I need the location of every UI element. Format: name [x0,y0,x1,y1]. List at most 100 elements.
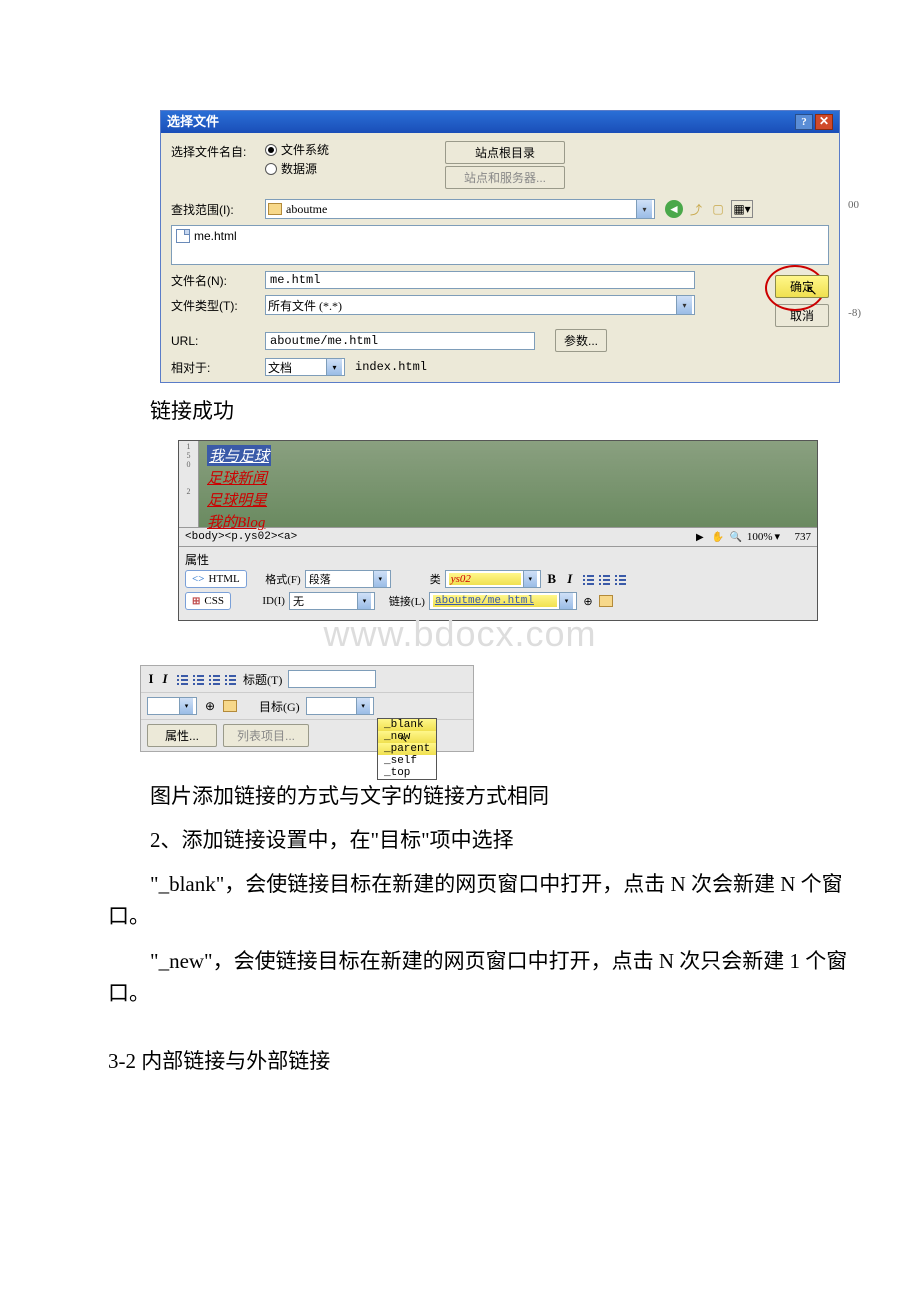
target-option-self[interactable]: _self [378,755,436,767]
radio-filesystem[interactable]: 文件系统 [265,141,385,158]
site-server-button[interactable]: 站点和服务器... [445,166,565,189]
hand-tool-icon[interactable]: ✋ [711,530,725,544]
chevron-down-icon: ▾ [326,359,342,375]
target-select[interactable]: ▾ [306,697,374,715]
ok-button[interactable]: 确定 ↖ [775,275,829,298]
tag-icon: <> [192,573,205,585]
chevron-down-icon: ▾ [523,571,537,587]
title-label: 标题(T) [243,671,282,688]
target-label: 目标(G) [259,698,300,715]
class-select[interactable]: ys02 ▾ [445,570,541,588]
paragraph-blank: "_blank"，会使链接目标在新建的网页窗口中打开，点击 N 次会新建 N 个… [108,869,848,932]
indent-icon[interactable] [223,672,237,686]
browse-folder-icon[interactable] [599,595,613,607]
html-label: HTML [209,573,240,585]
format-label: 格式(F) [251,571,301,587]
link-value: aboutme/me.html [433,595,557,607]
url-input[interactable]: aboutme/me.html [265,332,535,350]
zoom-tool-icon[interactable]: 🔍 [729,530,743,544]
design-link-selected[interactable]: 我与足球 [207,445,271,466]
title-input[interactable] [288,670,376,688]
site-root-button[interactable]: 站点根目录 [445,141,565,164]
relativeto-select[interactable]: 文档 ▾ [265,358,345,376]
ordered-list-icon[interactable] [597,572,611,586]
filename-label: 文件名(N): [171,272,265,289]
close-icon[interactable]: ✕ [815,114,833,130]
dialog-titlebar: 选择文件 ? ✕ [161,111,839,133]
file-item[interactable]: me.html [174,228,274,244]
cursor-icon: ↖ [806,282,818,299]
paragraph-image-link: 图片添加链接的方式与文字的链接方式相同 [150,782,850,811]
chevron-down-icon: ▾ [676,296,692,314]
format-select[interactable]: 段落 ▾ [305,570,391,588]
unordered-list-icon[interactable] [581,572,595,586]
id-label: ID(I) [235,595,285,607]
lookin-combo[interactable]: aboutme ▾ [265,199,655,219]
params-button[interactable]: 参数... [555,329,607,352]
tag-selector-bar: <body><p.ys02><a> ▶ ✋ 🔍 100% ▾ 737 [179,527,817,547]
radio-dot-icon [265,144,277,156]
new-folder-icon[interactable]: ▢ [709,200,727,218]
css-icon: ⊞ [192,596,200,607]
bold-button[interactable]: I [147,671,155,687]
chevron-down-icon: ▾ [636,200,652,218]
cropped-edge-text2: -8) [848,307,861,319]
id-value: 无 [293,593,355,609]
point-to-file-icon[interactable]: ⊕ [581,595,595,608]
folder-icon [268,203,282,215]
radio-datasource[interactable]: 数据源 [265,160,385,177]
heading-3-2: 3-2 内部链接与外部链接 [108,1045,920,1075]
filetype-label: 文件类型(T): [171,297,265,314]
target-option-top[interactable]: _top [378,767,436,779]
paragraph-target-intro: 2、添加链接设置中，在"目标"项中选择 [150,826,850,855]
chevron-down-icon: ▾ [357,593,371,609]
lookin-label: 查找范围(I): [171,201,265,218]
html-mode-button[interactable]: <> HTML [185,570,247,588]
help-button[interactable]: ? [795,114,813,130]
filetype-combo[interactable]: 所有文件 (*.*) ▾ [265,295,695,315]
bold-button[interactable]: B [545,571,559,587]
watermark-text: www.bdocx.com [0,613,920,655]
chevron-down-icon: ▾ [559,593,573,609]
source-label: 选择文件名自: [171,141,265,160]
file-item-name: me.html [194,229,237,243]
filename-input[interactable]: me.html [265,271,695,289]
css-label: CSS [204,595,224,607]
design-link[interactable]: 我的Blog [207,511,271,532]
pointer-tool-icon[interactable]: ▶ [693,530,707,544]
back-icon[interactable]: ◄ [665,200,683,218]
id-select[interactable]: 无 ▾ [289,592,375,610]
target-dropdown-list[interactable]: _blank _new _parent _self _top ↖ [377,718,437,780]
browse-folder-icon[interactable] [223,700,237,712]
chevron-down-icon: ▾ [356,698,370,714]
radio-ds-label: 数据源 [281,160,317,177]
view-menu-icon[interactable]: ▦▾ [731,200,753,218]
italic-button[interactable]: I [563,571,577,587]
list-items-button[interactable]: 列表项目... [223,724,309,747]
radio-empty-icon [265,163,277,175]
file-list[interactable]: me.html [171,225,829,265]
lookin-value: aboutme [286,202,636,217]
unordered-list-icon[interactable] [175,672,189,686]
url-label: URL: [171,334,265,348]
outdent-icon[interactable] [613,572,627,586]
up-folder-icon[interactable]: ⤴ [687,200,705,218]
tag-path[interactable]: <body><p.ys02><a> [185,531,297,543]
relativeto-label: 相对于: [171,359,265,376]
paragraph-new: "_new"，会使链接目标在新建的网页窗口中打开，点击 N 次只会新建 1 个窗… [108,946,848,1009]
class-label: 类 [395,571,441,587]
italic-button[interactable]: I [161,671,169,687]
target-option-blank[interactable]: _blank [378,719,436,731]
css-mode-button[interactable]: ⊞ CSS [185,592,231,610]
chevron-down-icon[interactable]: ▾ [775,530,787,544]
ordered-list-icon[interactable] [191,672,205,686]
design-link[interactable]: 足球明星 [207,489,271,510]
outdent-icon[interactable] [207,672,221,686]
page-properties-button[interactable]: 属性... [147,724,217,747]
design-link[interactable]: 足球新闻 [207,467,271,488]
link-combo[interactable]: ▾ [147,697,197,715]
vertical-ruler: 1 5 0 2 [179,441,199,527]
point-to-file-icon[interactable]: ⊕ [203,699,217,714]
link-input[interactable]: aboutme/me.html ▾ [429,592,577,610]
cropped-edge-text: 00 [848,199,859,211]
